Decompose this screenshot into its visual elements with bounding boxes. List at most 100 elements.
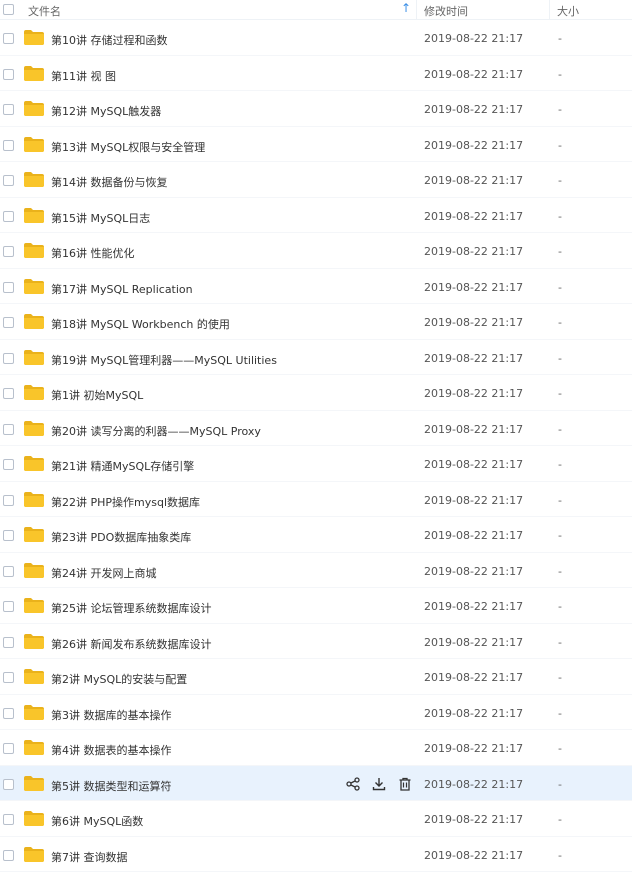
modified-time: 2019-08-22 21:17 bbox=[424, 387, 523, 400]
file-name[interactable]: 第14讲 数据备份与恢复 bbox=[51, 174, 168, 190]
folder-icon bbox=[24, 492, 44, 507]
modified-time: 2019-08-22 21:17 bbox=[424, 210, 523, 223]
modified-time: 2019-08-22 21:17 bbox=[424, 778, 523, 791]
file-name[interactable]: 第23讲 PDO数据库抽象类库 bbox=[51, 529, 191, 545]
row-checkbox[interactable] bbox=[3, 104, 14, 115]
row-checkbox[interactable] bbox=[3, 388, 14, 399]
list-item[interactable]: 第13讲 MySQL权限与安全管理2019-08-22 21:17- bbox=[0, 127, 632, 163]
list-item[interactable]: 第20讲 读写分离的利器——MySQL Proxy2019-08-22 21:1… bbox=[0, 411, 632, 447]
list-item[interactable]: 第7讲 查询数据2019-08-22 21:17- bbox=[0, 837, 632, 872]
row-checkbox[interactable] bbox=[3, 459, 14, 470]
folder-icon bbox=[24, 350, 44, 365]
row-checkbox[interactable] bbox=[3, 850, 14, 861]
folder-icon bbox=[24, 598, 44, 613]
row-checkbox[interactable] bbox=[3, 175, 14, 186]
list-item[interactable]: 第6讲 MySQL函数2019-08-22 21:17- bbox=[0, 801, 632, 837]
file-name[interactable]: 第10讲 存储过程和函数 bbox=[51, 32, 168, 48]
file-name[interactable]: 第1讲 初始MySQL bbox=[51, 387, 143, 403]
row-checkbox[interactable] bbox=[3, 69, 14, 80]
file-name[interactable]: 第24讲 开发网上商城 bbox=[51, 565, 157, 581]
row-checkbox[interactable] bbox=[3, 743, 14, 754]
row-checkbox[interactable] bbox=[3, 672, 14, 683]
row-checkbox[interactable] bbox=[3, 353, 14, 364]
row-checkbox[interactable] bbox=[3, 601, 14, 612]
file-name[interactable]: 第16讲 性能优化 bbox=[51, 245, 135, 261]
select-all-checkbox[interactable] bbox=[3, 4, 14, 15]
file-name[interactable]: 第5讲 数据类型和运算符 bbox=[51, 778, 172, 794]
row-checkbox[interactable] bbox=[3, 246, 14, 257]
list-item[interactable]: 第3讲 数据库的基本操作2019-08-22 21:17- bbox=[0, 695, 632, 731]
file-size: - bbox=[558, 68, 562, 81]
column-divider bbox=[416, 0, 417, 19]
column-header-size[interactable]: 大小 bbox=[557, 3, 579, 19]
list-item[interactable]: 第23讲 PDO数据库抽象类库2019-08-22 21:17- bbox=[0, 517, 632, 553]
file-name[interactable]: 第19讲 MySQL管理利器——MySQL Utilities bbox=[51, 352, 277, 368]
column-header-modified-time[interactable]: 修改时间 bbox=[424, 3, 468, 19]
list-item[interactable]: 第11讲 视 图2019-08-22 21:17- bbox=[0, 56, 632, 92]
share-icon[interactable] bbox=[345, 776, 361, 792]
list-item[interactable]: 第19讲 MySQL管理利器——MySQL Utilities2019-08-2… bbox=[0, 340, 632, 376]
list-item[interactable]: 第2讲 MySQL的安装与配置2019-08-22 21:17- bbox=[0, 659, 632, 695]
row-checkbox[interactable] bbox=[3, 33, 14, 44]
column-header-name[interactable]: 文件名 bbox=[28, 3, 61, 19]
row-checkbox[interactable] bbox=[3, 637, 14, 648]
row-checkbox[interactable] bbox=[3, 424, 14, 435]
file-name[interactable]: 第25讲 论坛管理系统数据库设计 bbox=[51, 600, 212, 616]
row-checkbox[interactable] bbox=[3, 282, 14, 293]
file-name[interactable]: 第7讲 查询数据 bbox=[51, 849, 128, 865]
delete-icon[interactable] bbox=[397, 776, 413, 792]
file-name[interactable]: 第13讲 MySQL权限与安全管理 bbox=[51, 139, 205, 155]
list-item[interactable]: 第24讲 开发网上商城2019-08-22 21:17- bbox=[0, 553, 632, 589]
file-name[interactable]: 第17讲 MySQL Replication bbox=[51, 281, 193, 297]
list-item[interactable]: 第12讲 MySQL触发器2019-08-22 21:17- bbox=[0, 91, 632, 127]
list-item[interactable]: 第17讲 MySQL Replication2019-08-22 21:17- bbox=[0, 269, 632, 305]
row-checkbox[interactable] bbox=[3, 495, 14, 506]
folder-icon bbox=[24, 101, 44, 116]
file-name[interactable]: 第3讲 数据库的基本操作 bbox=[51, 707, 172, 723]
modified-time: 2019-08-22 21:17 bbox=[424, 600, 523, 613]
row-checkbox[interactable] bbox=[3, 708, 14, 719]
file-name[interactable]: 第6讲 MySQL函数 bbox=[51, 813, 143, 829]
list-item[interactable]: 第21讲 精通MySQL存储引擎2019-08-22 21:17- bbox=[0, 446, 632, 482]
list-item[interactable]: 第15讲 MySQL日志 2019-08-22 21:17 - bbox=[0, 198, 632, 234]
list-item[interactable]: 第22讲 PHP操作mysql数据库2019-08-22 21:17- bbox=[0, 482, 632, 518]
file-name[interactable]: 第20讲 读写分离的利器——MySQL Proxy bbox=[51, 423, 261, 439]
list-item[interactable]: 第26讲 新闻发布系统数据库设计2019-08-22 21:17- bbox=[0, 624, 632, 660]
list-item[interactable]: 第10讲 存储过程和函数2019-08-22 21:17- bbox=[0, 20, 632, 56]
list-item[interactable]: 第16讲 性能优化2019-08-22 21:17- bbox=[0, 233, 632, 269]
folder-icon bbox=[24, 66, 44, 81]
list-item[interactable]: 第25讲 论坛管理系统数据库设计2019-08-22 21:17- bbox=[0, 588, 632, 624]
file-size: - bbox=[558, 352, 562, 365]
row-checkbox[interactable] bbox=[3, 566, 14, 577]
file-name[interactable]: 第15讲 MySQL日志 bbox=[51, 210, 150, 226]
list-item[interactable]: 第14讲 数据备份与恢复2019-08-22 21:17- bbox=[0, 162, 632, 198]
file-name[interactable]: 第11讲 视 图 bbox=[51, 68, 116, 84]
row-checkbox[interactable] bbox=[3, 317, 14, 328]
list-item[interactable]: 第18讲 MySQL Workbench 的使用2019-08-22 21:17… bbox=[0, 304, 632, 340]
modified-time: 2019-08-22 21:17 bbox=[424, 565, 523, 578]
download-icon[interactable] bbox=[371, 776, 387, 792]
arrow-up-icon[interactable]: ↑ bbox=[401, 1, 411, 15]
list-item[interactable]: 第4讲 数据表的基本操作2019-08-22 21:17- bbox=[0, 730, 632, 766]
folder-icon bbox=[24, 243, 44, 258]
file-size: - bbox=[558, 529, 562, 542]
row-checkbox[interactable] bbox=[3, 814, 14, 825]
file-name[interactable]: 第26讲 新闻发布系统数据库设计 bbox=[51, 636, 212, 652]
file-name[interactable]: 第2讲 MySQL的安装与配置 bbox=[51, 671, 187, 687]
file-name[interactable]: 第18讲 MySQL Workbench 的使用 bbox=[51, 316, 230, 332]
file-size: - bbox=[558, 494, 562, 507]
folder-icon bbox=[24, 634, 44, 649]
list-item[interactable]: 第1讲 初始MySQL2019-08-22 21:17- bbox=[0, 375, 632, 411]
row-checkbox[interactable] bbox=[3, 211, 14, 222]
file-size: - bbox=[558, 849, 562, 862]
file-name[interactable]: 第21讲 精通MySQL存储引擎 bbox=[51, 458, 194, 474]
file-size: - bbox=[558, 210, 562, 223]
file-name[interactable]: 第4讲 数据表的基本操作 bbox=[51, 742, 172, 758]
modified-time: 2019-08-22 21:17 bbox=[424, 707, 523, 720]
row-checkbox[interactable] bbox=[3, 140, 14, 151]
list-item[interactable]: 第5讲 数据类型和运算符2019-08-22 21:17- bbox=[0, 766, 632, 802]
file-name[interactable]: 第22讲 PHP操作mysql数据库 bbox=[51, 494, 200, 510]
row-checkbox[interactable] bbox=[3, 779, 14, 790]
row-checkbox[interactable] bbox=[3, 530, 14, 541]
file-name[interactable]: 第12讲 MySQL触发器 bbox=[51, 103, 161, 119]
